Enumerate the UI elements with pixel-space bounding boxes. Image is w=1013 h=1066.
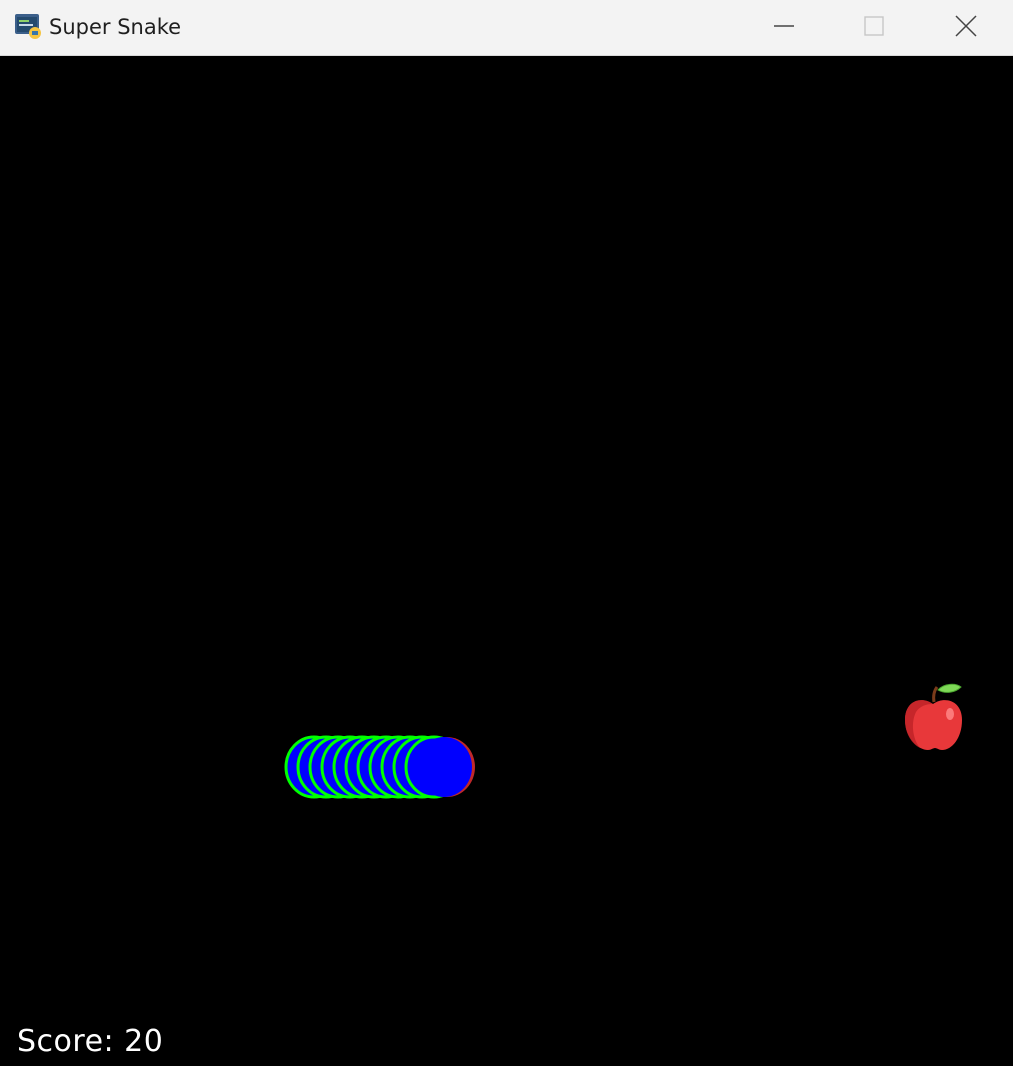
snake (284, 735, 475, 799)
apple-icon (905, 683, 962, 750)
snake-head (416, 737, 472, 797)
minimize-button[interactable] (738, 0, 830, 52)
minimize-icon (774, 25, 794, 27)
close-button[interactable] (920, 0, 1012, 52)
close-icon (955, 15, 977, 37)
game-canvas[interactable]: Score: 20 (0, 56, 1013, 1066)
game-window: Super Snake Score: 20 (0, 0, 1013, 1066)
title-bar[interactable]: Super Snake (0, 0, 1013, 56)
maximize-icon (864, 16, 884, 36)
python-icon (15, 14, 41, 39)
score-display: Score: 20 (17, 1024, 164, 1059)
window-title: Super Snake (49, 15, 182, 39)
maximize-button[interactable] (828, 0, 920, 52)
